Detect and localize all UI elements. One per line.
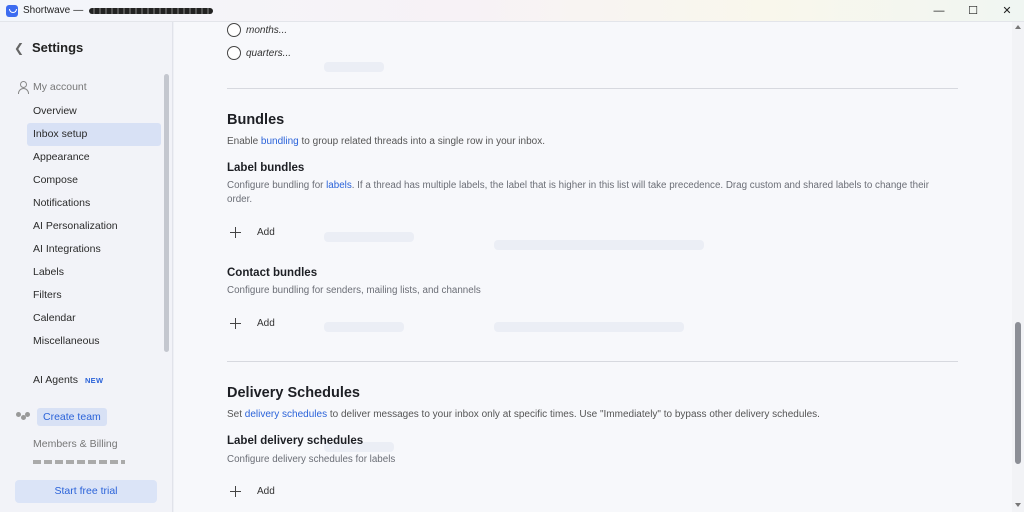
add-label: Add	[257, 486, 275, 497]
shortwave-logo-icon	[6, 4, 18, 17]
plus-icon	[230, 318, 241, 329]
background-shadow	[324, 232, 414, 242]
background-shadow	[324, 62, 384, 72]
desc-text: Set	[227, 409, 245, 420]
background-shadow	[324, 322, 404, 332]
plus-icon	[230, 227, 241, 238]
settings-sidebar: ❮ Settings My account Overview Inbox set…	[0, 22, 173, 512]
sidebar-item-ai-agents[interactable]: AI Agents NEW	[33, 374, 103, 386]
contact-bundles-description: Configure bundling for senders, mailing …	[227, 285, 481, 296]
sidebar-item-overview[interactable]: Overview	[27, 100, 161, 123]
label-delivery-schedules-description: Configure delivery schedules for labels	[227, 454, 396, 465]
radio-button[interactable]	[227, 46, 241, 60]
settings-content: months... quarters... Bundles Enable bun…	[174, 22, 1012, 512]
section-divider	[227, 88, 958, 89]
delivery-schedules-description: Set delivery schedules to deliver messag…	[227, 408, 947, 422]
close-button[interactable]: ✕	[990, 0, 1024, 22]
sidebar-item-miscellaneous[interactable]: Miscellaneous	[27, 330, 161, 353]
bundling-link[interactable]: bundling	[261, 136, 299, 147]
maximize-button[interactable]: ☐	[956, 0, 990, 22]
desc-text: Enable	[227, 136, 261, 147]
label-delivery-schedules-heading: Label delivery schedules	[227, 435, 364, 447]
person-icon	[17, 81, 29, 94]
add-label: Add	[257, 318, 275, 329]
bundles-heading: Bundles	[227, 112, 285, 128]
sidebar-item-cutoff	[33, 460, 133, 465]
settings-nav: Overview Inbox setup Appearance Compose …	[27, 100, 161, 353]
new-badge: NEW	[84, 375, 104, 385]
start-free-trial-button[interactable]: Start free trial	[15, 480, 157, 503]
delivery-schedules-link[interactable]: delivery schedules	[245, 409, 327, 420]
plus-icon	[230, 486, 241, 497]
contact-bundles-heading: Contact bundles	[227, 267, 318, 279]
desc-text: to group related threads into a single r…	[298, 136, 546, 147]
app-title: Shortwave	[23, 5, 71, 16]
ai-agents-label: AI Agents	[33, 374, 78, 386]
settings-title: Settings	[32, 40, 84, 55]
section-divider	[227, 361, 958, 362]
team-icon	[16, 411, 30, 423]
add-label-delivery-schedule-button[interactable]: Add	[230, 486, 275, 497]
scroll-down-arrow-icon[interactable]	[1015, 503, 1021, 507]
sidebar-item-inbox-setup[interactable]: Inbox setup	[27, 123, 161, 146]
label-bundles-description: Configure bundling for labels. If a thre…	[227, 179, 937, 207]
sidebar-item-ai-integrations[interactable]: AI Integrations	[27, 238, 161, 261]
my-account-section: My account	[17, 81, 87, 94]
settings-header: ❮ Settings	[14, 40, 83, 55]
delivery-schedules-heading: Delivery Schedules	[227, 385, 360, 401]
scroll-up-arrow-icon[interactable]	[1015, 25, 1021, 29]
sidebar-item-filters[interactable]: Filters	[27, 284, 161, 307]
main-scrollbar-thumb[interactable]	[1015, 322, 1021, 464]
bundles-description: Enable bundling to group related threads…	[227, 135, 947, 149]
sidebar-scrollbar[interactable]	[164, 74, 169, 352]
redacted-account-email	[89, 7, 214, 14]
create-team-button[interactable]: Create team	[37, 408, 107, 426]
title-bar: Shortwave — — ☐ ✕	[0, 0, 1024, 22]
sidebar-item-members-billing[interactable]: Members & Billing	[33, 438, 118, 450]
desc-text: to deliver messages to your inbox only a…	[327, 409, 820, 420]
my-account-label: My account	[33, 81, 87, 93]
sidebar-item-notifications[interactable]: Notifications	[27, 192, 161, 215]
sidebar-item-appearance[interactable]: Appearance	[27, 146, 161, 169]
sidebar-item-calendar[interactable]: Calendar	[27, 307, 161, 330]
radio-label: quarters...	[246, 47, 292, 59]
window-controls: — ☐ ✕	[922, 0, 1024, 22]
team-section: Create team	[16, 408, 107, 426]
sidebar-item-compose[interactable]: Compose	[27, 169, 161, 192]
radio-option-months[interactable]: months...	[227, 23, 287, 37]
label-bundles-heading: Label bundles	[227, 162, 305, 174]
radio-button[interactable]	[227, 23, 241, 37]
sidebar-item-ai-personalization[interactable]: AI Personalization	[27, 215, 161, 238]
background-shadow	[494, 322, 684, 332]
title-separator: —	[73, 5, 84, 16]
sidebar-item-labels[interactable]: Labels	[27, 261, 161, 284]
labels-link[interactable]: labels	[326, 180, 352, 191]
radio-label: months...	[246, 24, 288, 36]
radio-option-quarters[interactable]: quarters...	[227, 46, 291, 60]
background-shadow	[494, 240, 704, 250]
desc-text: Configure bundling for	[227, 180, 327, 191]
add-contact-bundle-button[interactable]: Add	[230, 318, 275, 329]
minimize-button[interactable]: —	[922, 0, 956, 22]
add-label-bundle-button[interactable]: Add	[230, 227, 275, 238]
add-label: Add	[257, 227, 275, 238]
chevron-left-icon[interactable]: ❮	[14, 41, 28, 55]
